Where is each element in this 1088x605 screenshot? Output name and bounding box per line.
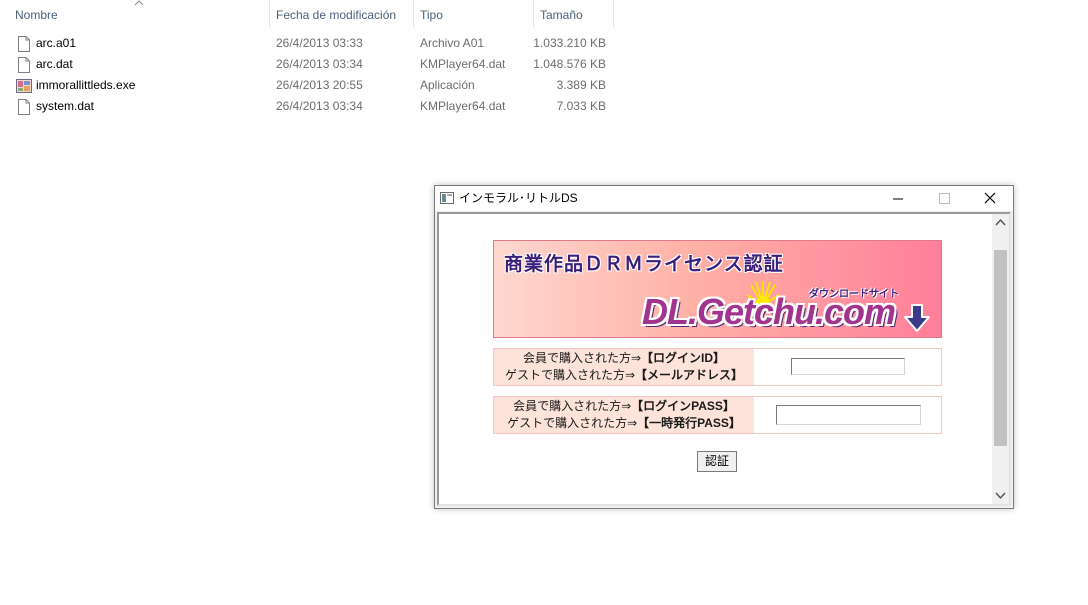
- column-header-name[interactable]: Nombre: [15, 0, 58, 30]
- close-button[interactable]: [967, 186, 1013, 211]
- login-id-labels: 会員で購入された方⇒【ログインID】 ゲストで購入された方⇒【メールアドレス】: [494, 349, 754, 385]
- blank-file-icon: [18, 99, 30, 115]
- member-label: 会員で購入された方⇒: [513, 399, 632, 413]
- vertical-scrollbar[interactable]: [992, 214, 1009, 504]
- file-modified: 26/4/2013 20:55: [276, 78, 363, 92]
- login-id-row: 会員で購入された方⇒【ログインID】 ゲストで購入された方⇒【メールアドレス】: [493, 348, 942, 386]
- file-name: arc.dat: [36, 57, 73, 71]
- scrollbar-thumb[interactable]: [994, 250, 1007, 446]
- file-name: system.dat: [36, 99, 95, 113]
- column-divider[interactable]: [413, 0, 414, 28]
- file-row[interactable]: arc.dat 26/4/2013 03:34 KMPlayer64.dat 1…: [0, 54, 620, 75]
- drm-banner: 商業作品ＤＲＭライセンス認証 ダウンロードサイト DL.Getchu.com: [493, 240, 942, 338]
- title-bar[interactable]: インモラル･リトルDS: [435, 186, 1013, 211]
- file-row[interactable]: arc.a01 26/4/2013 03:33 Archivo A01 1.03…: [0, 33, 620, 54]
- file-size: 3.389 KB: [556, 78, 606, 92]
- login-id-input[interactable]: [791, 358, 905, 375]
- sort-ascending-icon: [134, 0, 144, 6]
- file-modified: 26/4/2013 03:33: [276, 36, 363, 50]
- column-divider[interactable]: [269, 0, 270, 28]
- file-row[interactable]: immorallittleds.exe 26/4/2013 20:55 Apli…: [0, 75, 620, 96]
- member-label: 会員で購入された方⇒: [522, 351, 642, 365]
- scroll-down-icon[interactable]: [992, 487, 1009, 504]
- temp-pass-label: 【一時発行PASS】: [637, 416, 741, 430]
- guest-label: ゲストで購入された方⇒: [507, 416, 638, 430]
- dialog-content: 商業作品ＤＲＭライセンス認証 ダウンロードサイト DL.Getchu.com 会…: [437, 212, 1011, 506]
- window-title: インモラル･リトルDS: [459, 191, 578, 205]
- file-modified: 26/4/2013 03:34: [276, 99, 363, 113]
- minimize-button[interactable]: [875, 186, 921, 211]
- banner-heading: 商業作品ＤＲＭライセンス認証: [504, 254, 784, 275]
- maximize-button[interactable]: [921, 186, 967, 211]
- file-size: 1.033.210 KB: [533, 36, 606, 50]
- login-pass-row: 会員で購入された方⇒【ログインPASS】 ゲストで購入された方⇒【一時発行PAS…: [493, 396, 942, 434]
- window-app-icon: [440, 192, 454, 204]
- column-header-size[interactable]: Tamaño: [540, 0, 583, 30]
- app-exe-icon: [16, 79, 32, 93]
- login-pass-labels: 会員で購入された方⇒【ログインPASS】 ゲストで購入された方⇒【一時発行PAS…: [494, 397, 754, 433]
- column-divider[interactable]: [613, 0, 614, 28]
- file-size: 7.033 KB: [556, 99, 606, 113]
- file-type: KMPlayer64.dat: [420, 57, 506, 71]
- guest-label: ゲストで購入された方⇒: [504, 368, 636, 382]
- getchu-logo: DL.Getchu.com: [641, 291, 896, 332]
- drm-dialog-window: インモラル･リトルDS 商業作品ＤＲＭライセンス認証 ダウンロードサイト DL.…: [434, 185, 1014, 509]
- file-size: 1.048.576 KB: [533, 57, 606, 71]
- blank-file-icon: [18, 57, 30, 73]
- login-pass-input[interactable]: [776, 405, 921, 425]
- file-name: arc.a01: [36, 36, 77, 50]
- authenticate-button[interactable]: 認証: [697, 451, 737, 472]
- download-arrow-icon: [904, 304, 930, 332]
- column-header-type[interactable]: Tipo: [420, 0, 443, 30]
- file-type: Aplicación: [420, 78, 475, 92]
- blank-file-icon: [18, 36, 30, 52]
- email-label: 【メールアドレス】: [635, 368, 744, 382]
- login-id-label: 【ログインID】: [641, 351, 726, 365]
- file-name: immorallittleds.exe: [36, 78, 136, 92]
- file-type: Archivo A01: [420, 36, 485, 50]
- file-type: KMPlayer64.dat: [420, 99, 506, 113]
- scroll-up-icon[interactable]: [992, 214, 1009, 231]
- file-row[interactable]: system.dat 26/4/2013 03:34 KMPlayer64.da…: [0, 96, 620, 117]
- column-divider[interactable]: [533, 0, 534, 28]
- login-pass-label: 【ログインPASS】: [631, 399, 735, 413]
- file-modified: 26/4/2013 03:34: [276, 57, 363, 71]
- column-header-modified[interactable]: Fecha de modificación: [276, 0, 396, 30]
